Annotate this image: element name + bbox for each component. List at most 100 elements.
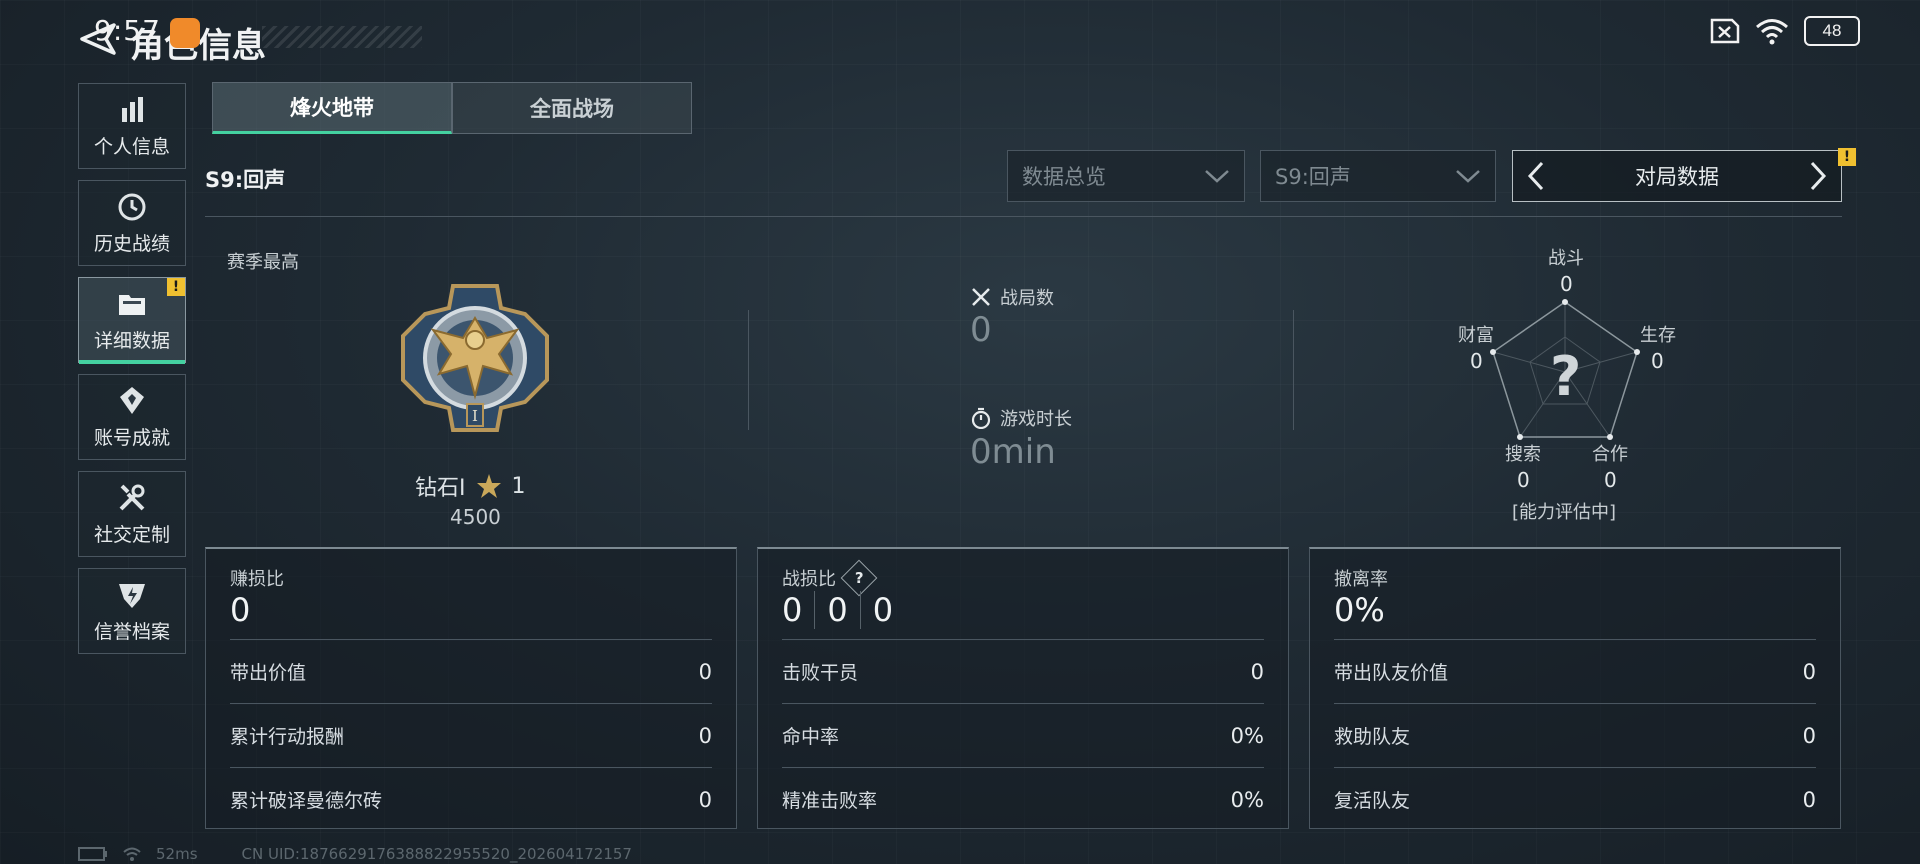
chevron-left-icon[interactable]: [1527, 161, 1545, 191]
help-mark: ?: [854, 568, 864, 587]
match-data-pager: 对局数据: [1512, 150, 1842, 202]
notification-icon: [170, 18, 200, 48]
sidebar-item-social[interactable]: 社交定制: [78, 471, 186, 557]
rank-line: 钻石I 1: [415, 470, 526, 502]
alert-badge: !: [1838, 148, 1856, 166]
season-dropdown[interactable]: S9:回声: [1260, 150, 1496, 202]
panel-title: 撤离率: [1334, 569, 1388, 590]
chevron-down-icon: [1205, 170, 1229, 183]
sidebar-item-history[interactable]: 历史战绩: [78, 180, 186, 266]
profit-loss-panel: 赚损比 0 带出价值 0 累计行动报酬 0 累计破译曼德尔砖 0: [205, 547, 737, 829]
stat-row: 救助队友 0: [1334, 703, 1816, 767]
row-value: 0: [698, 723, 712, 748]
stat-row: 复活队友 0: [1334, 767, 1816, 831]
battles-stat: 战局数: [970, 284, 1054, 310]
mode-tabs: 烽火地带 全面战场: [212, 82, 692, 134]
playtime-stat: 游戏时长: [970, 405, 1072, 431]
rank-stars: 1: [511, 473, 526, 499]
sidebar-item-label: 历史战绩: [93, 232, 170, 255]
sidebar-item-label: 信誉档案: [93, 620, 170, 643]
kd-value: 0: [872, 591, 894, 629]
kd-value: 0: [815, 591, 861, 629]
stat-row: 累计行动报酬 0: [230, 703, 712, 767]
sidebar-item-label: 个人信息: [93, 135, 170, 158]
tab-warzone[interactable]: 烽火地带: [212, 82, 452, 134]
radar-search-label: 搜索: [1505, 444, 1541, 465]
shield-icon: [119, 583, 145, 608]
stat-row: 精准击败率 0%: [782, 767, 1264, 831]
alert-badge: !: [167, 278, 185, 296]
overview-dropdown-value: 数据总览: [1022, 165, 1106, 189]
row-label: 累计行动报酬: [230, 726, 345, 748]
uid-text: CN UID:1876629176388822955520_2026041721…: [241, 845, 632, 863]
battery-small-icon: [78, 847, 107, 861]
stat-row: 命中率 0%: [782, 703, 1264, 767]
folder-icon: [119, 294, 145, 315]
sidebar-item-reputation[interactable]: 信誉档案: [78, 568, 186, 654]
radar-search-value: 0: [1517, 468, 1530, 492]
pager-label: 对局数据: [1635, 165, 1719, 189]
battles-label: 战局数: [1000, 288, 1054, 309]
radar-teamwork-value: 0: [1604, 468, 1617, 492]
sidebar-item-detailed-data[interactable]: 详细数据 !: [78, 277, 186, 364]
sidebar-item-personal-info[interactable]: 个人信息: [78, 83, 186, 169]
tab-battlefield[interactable]: 全面战场: [452, 82, 692, 134]
chevron-down-icon: [1456, 170, 1480, 183]
kd-value: 0: [782, 591, 816, 629]
panel-main-value: 0: [230, 591, 251, 629]
playtime-label: 游戏时长: [1000, 409, 1072, 430]
radar-wealth-label: 财富: [1458, 325, 1494, 346]
sidebar-item-achievements[interactable]: 账号成就: [78, 374, 186, 460]
row-value: 0%: [1230, 787, 1264, 812]
badge-icon: [120, 386, 144, 414]
row-value: 0: [698, 659, 712, 684]
crossed-swords-icon: [972, 288, 990, 306]
row-value: 0: [1802, 659, 1816, 684]
radar-survival-label: 生存: [1640, 325, 1676, 346]
rank-score: 4500: [450, 505, 501, 529]
row-value: 0: [1802, 787, 1816, 812]
footer: 52ms CN UID:1876629176388822955520_20260…: [78, 845, 632, 863]
rank-tier: 钻石I: [415, 476, 466, 501]
row-value: 0: [1802, 723, 1816, 748]
clock-icon: [118, 193, 146, 220]
radar-status: [能力评估中]: [1512, 502, 1617, 523]
stat-row: 击败干员 0: [782, 639, 1264, 703]
battles-value: 0: [970, 310, 992, 350]
radar-teamwork-label: 合作: [1592, 444, 1628, 465]
star-icon: [476, 474, 501, 498]
panel-title: 赚损比: [230, 569, 284, 590]
playtime-value: 0min: [970, 432, 1056, 472]
row-label: 命中率: [782, 726, 840, 748]
row-label: 救助队友: [1334, 726, 1411, 748]
tools-icon: [119, 484, 145, 510]
svg-text:I: I: [472, 407, 478, 425]
sidebar-item-label: 账号成就: [93, 426, 170, 449]
sim-off-icon: [1710, 18, 1740, 44]
ping-value: 52ms: [156, 845, 198, 863]
sidebar: 个人信息 历史战绩 详细数据 ! 账号成就 社交定制 信誉档案: [78, 83, 188, 665]
chevron-right-icon[interactable]: [1809, 161, 1827, 191]
kd-panel: 战损比 ? 0 0 0 击败干员 0 命中率 0% 精准击败率 0%: [757, 547, 1289, 829]
row-label: 精准击败率: [782, 790, 878, 812]
row-label: 击败干员: [782, 662, 859, 684]
row-label: 带出队友价值: [1334, 662, 1449, 684]
panel-title: 战损比: [782, 569, 836, 590]
row-label: 带出价值: [230, 662, 307, 684]
radar-combat-label: 战斗: [1548, 248, 1584, 269]
row-value: 0%: [1230, 723, 1264, 748]
overview-dropdown[interactable]: 数据总览: [1007, 150, 1245, 202]
radar-wealth-value: 0: [1470, 349, 1483, 373]
battery-indicator: 48: [1804, 16, 1860, 46]
sidebar-item-label: 社交定制: [93, 523, 170, 546]
diamond-rank-medal-icon: I: [401, 284, 549, 432]
season-best-label: 赛季最高: [227, 252, 299, 273]
panel-main-value: 0%: [1334, 591, 1385, 629]
status-clock: 9:57: [94, 14, 161, 47]
radar-survival-value: 0: [1651, 349, 1664, 373]
stat-row: 累计破译曼德尔砖 0: [230, 767, 712, 831]
sidebar-item-label: 详细数据: [93, 329, 170, 352]
radar-unknown-mark: ?: [1550, 345, 1582, 408]
divider: [1293, 310, 1294, 430]
season-dropdown-value: S9:回声: [1275, 165, 1351, 189]
